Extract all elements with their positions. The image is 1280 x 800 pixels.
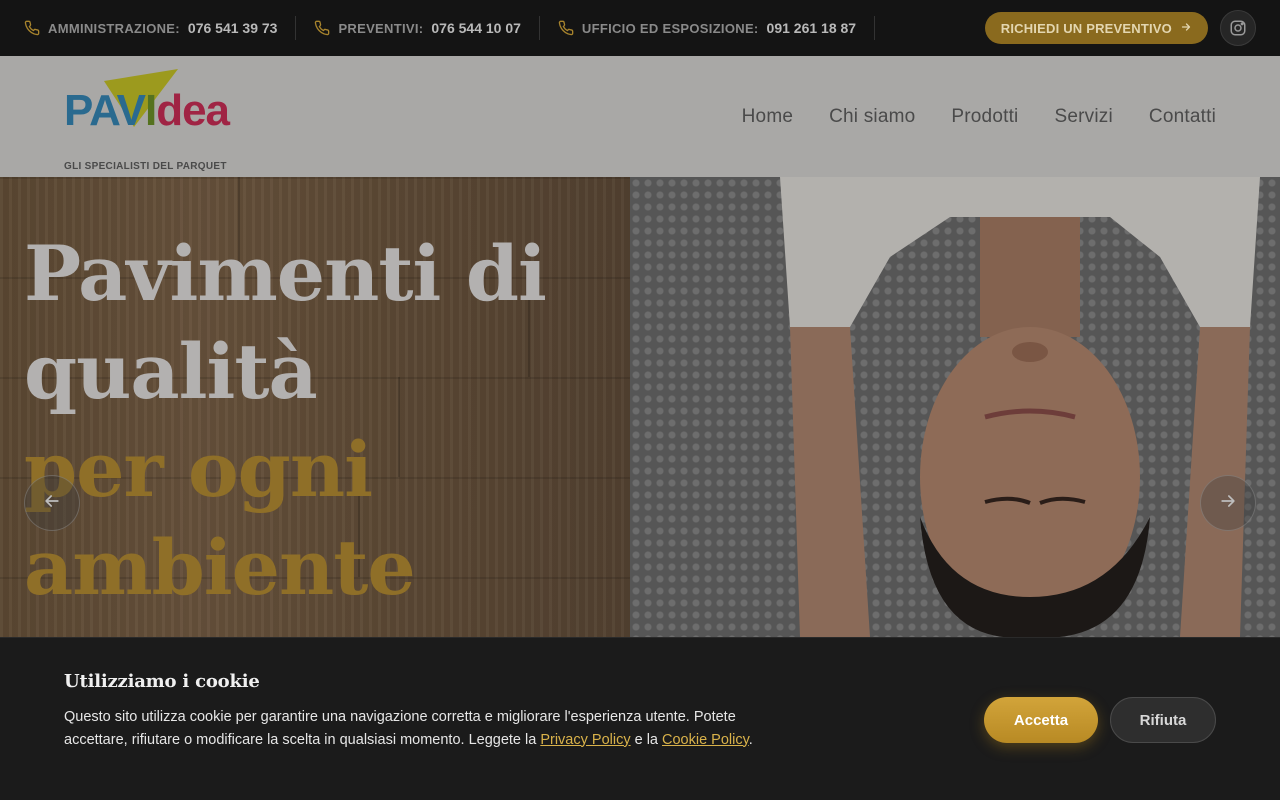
- nav-chi-siamo[interactable]: Chi siamo: [829, 106, 915, 128]
- cookie-title: Utilizziamo i cookie: [64, 671, 260, 692]
- contact-label: UFFICIO ED ESPOSIZIONE:: [581, 20, 759, 36]
- person-lying-on-rug-image: [780, 177, 1260, 637]
- nav-contatti[interactable]: Contatti: [1149, 106, 1216, 128]
- arrow-right-icon: [1218, 491, 1238, 516]
- slider-prev-button[interactable]: [24, 475, 80, 531]
- contact-showroom[interactable]: UFFICIO ED ESPOSIZIONE: 091 261 18 87: [558, 16, 876, 40]
- contact-number[interactable]: 091 261 18 87: [767, 20, 857, 36]
- phone-icon: [24, 20, 40, 36]
- cookie-text-join: e la: [630, 731, 663, 748]
- contact-number[interactable]: 076 541 39 73: [188, 20, 278, 36]
- cookie-text-end: .: [748, 731, 753, 748]
- hero-title-highlight: ambiente: [24, 523, 416, 612]
- hero-title-highlight: per ogni: [24, 425, 373, 514]
- cookie-banner: Utilizziamo i cookie Questo sito utilizz…: [0, 637, 1280, 800]
- phone-icon: [314, 20, 330, 36]
- request-quote-button[interactable]: RICHIEDI UN PREVENTIVO: [984, 12, 1208, 44]
- top-bar: AMMINISTRAZIONE: 076 541 39 73 PREVENTIV…: [0, 0, 1280, 56]
- contact-number[interactable]: 076 544 10 07: [431, 20, 521, 36]
- arrow-left-icon: [42, 491, 62, 516]
- contact-label: AMMINISTRAZIONE:: [48, 20, 180, 36]
- nav-servizi[interactable]: Servizi: [1054, 106, 1112, 128]
- hero-slider: Pavimenti di qualità per ogni ambiente: [0, 177, 1280, 637]
- arrow-right-icon: [1180, 21, 1192, 36]
- logo-wordmark: PAVIdea: [64, 86, 230, 135]
- contact-label: PREVENTIVI:: [338, 20, 424, 36]
- hero-title-line: Pavimenti di: [24, 229, 547, 318]
- hero-title-line: qualità: [24, 327, 318, 416]
- contact-administration[interactable]: AMMINISTRAZIONE: 076 541 39 73: [24, 16, 297, 40]
- site-header: PAVIdea GLI SPECIALISTI DEL PARQUET Home…: [0, 56, 1280, 177]
- accept-cookies-button[interactable]: Accetta: [984, 697, 1098, 743]
- reject-cookies-button[interactable]: Rifiuta: [1110, 697, 1216, 743]
- logo-part-pav: PAV: [64, 86, 146, 135]
- logo[interactable]: PAVIdea GLI SPECIALISTI DEL PARQUET: [64, 69, 234, 172]
- phone-icon: [558, 20, 574, 36]
- logo-part-i: I: [144, 86, 157, 135]
- nav-prodotti[interactable]: Prodotti: [951, 106, 1018, 128]
- cookie-text: Questo sito utilizza cookie per garantir…: [64, 706, 784, 751]
- privacy-policy-link[interactable]: Privacy Policy: [540, 732, 630, 748]
- request-quote-label: RICHIEDI UN PREVENTIVO: [1000, 20, 1172, 36]
- slider-next-button[interactable]: [1200, 475, 1256, 531]
- nav-home[interactable]: Home: [742, 106, 793, 128]
- hero-title: Pavimenti di qualità per ogni ambiente: [24, 225, 547, 617]
- instagram-icon[interactable]: [1220, 10, 1256, 46]
- logo-part-dea: dea: [156, 86, 230, 135]
- contact-quotes[interactable]: PREVENTIVI: 076 544 10 07: [314, 16, 540, 40]
- logo-tagline: GLI SPECIALISTI DEL PARQUET: [64, 161, 227, 172]
- cookie-policy-link[interactable]: Cookie Policy: [662, 732, 749, 748]
- main-nav: Home Chi siamo Prodotti Servizi Contatti: [742, 106, 1216, 128]
